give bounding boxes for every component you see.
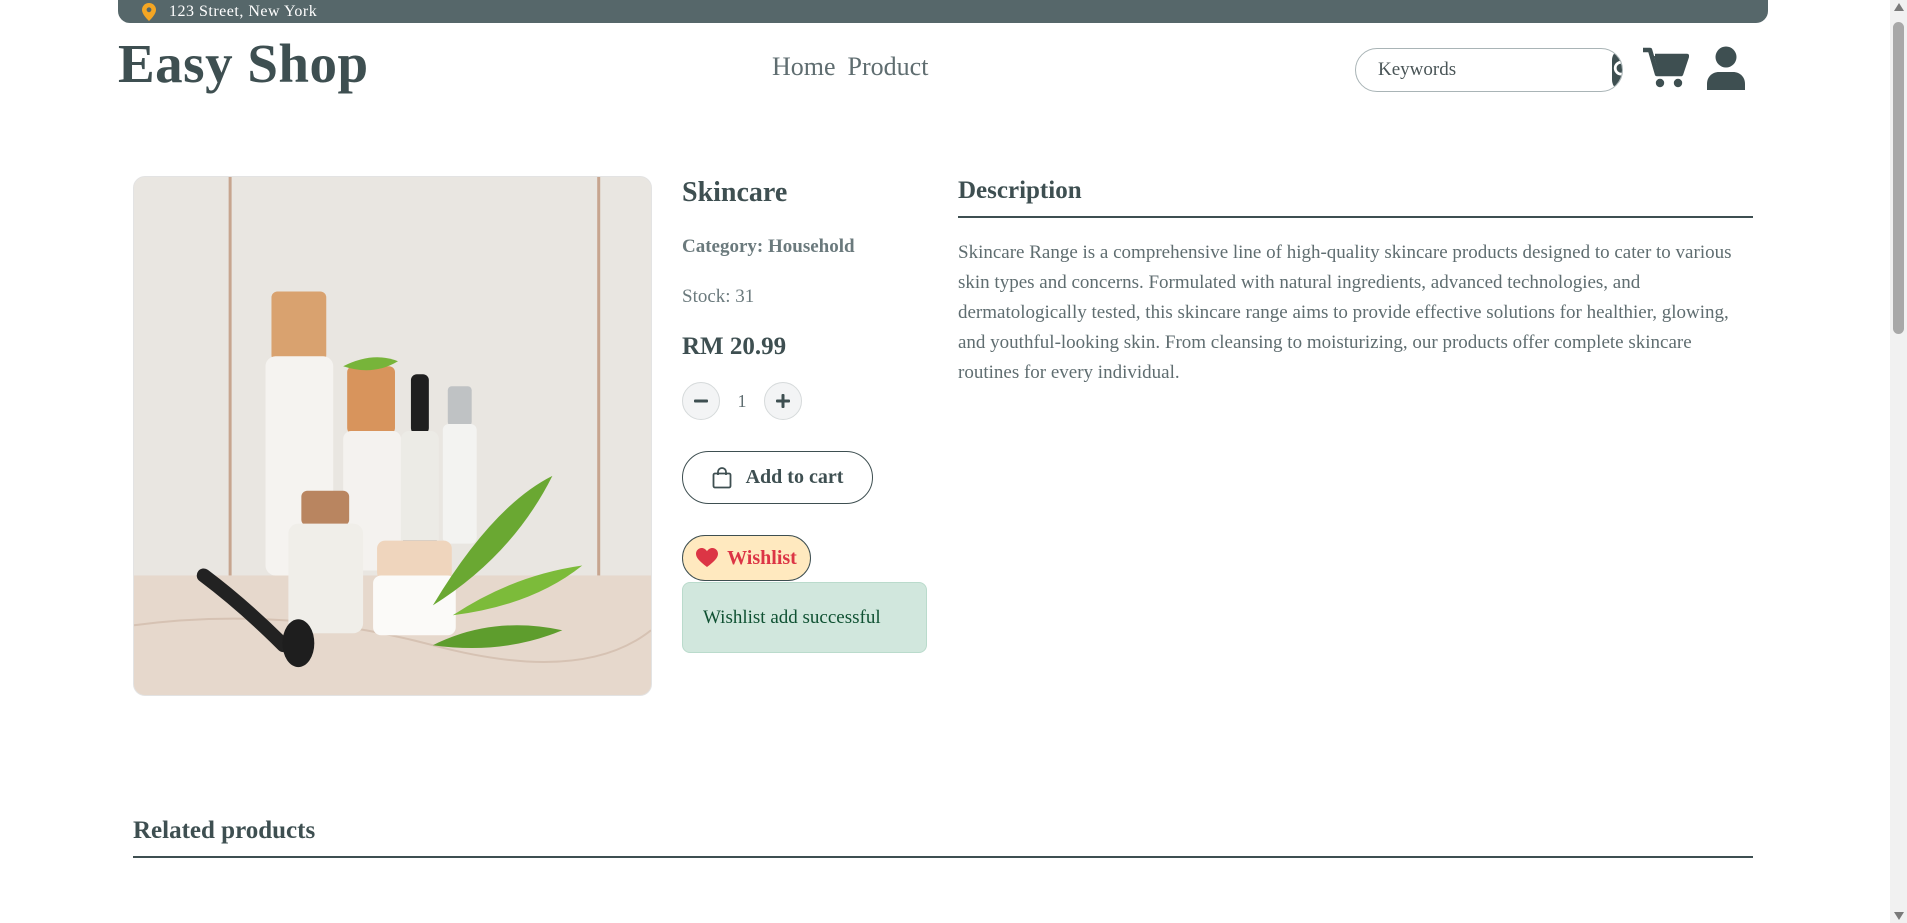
main-nav: Home Product bbox=[772, 54, 928, 80]
heart-icon bbox=[696, 548, 719, 567]
add-to-cart-button[interactable]: Add to cart bbox=[682, 451, 873, 504]
increase-quantity-button[interactable] bbox=[764, 382, 802, 420]
search-button[interactable] bbox=[1612, 49, 1622, 91]
description-heading: Description bbox=[958, 177, 1082, 204]
related-products-heading: Related products bbox=[133, 817, 316, 844]
plus-icon bbox=[776, 394, 790, 408]
nav-home-link[interactable]: Home bbox=[772, 54, 836, 80]
scroll-up-arrow-icon[interactable] bbox=[1894, 3, 1904, 11]
wishlist-label: Wishlist bbox=[727, 546, 797, 569]
cart-icon[interactable] bbox=[1643, 47, 1689, 89]
wishlist-success-alert: Wishlist add successful bbox=[682, 582, 927, 653]
related-products-divider bbox=[133, 856, 1753, 858]
product-category: Category: Household bbox=[682, 236, 855, 257]
description-text: Skincare Range is a comprehensive line o… bbox=[958, 242, 1732, 383]
product-title: Skincare bbox=[682, 177, 788, 208]
product-price: RM 20.99 bbox=[682, 333, 787, 360]
top-info-bar: 123 Street, New York bbox=[118, 0, 1768, 23]
location-pin-icon bbox=[142, 2, 156, 21]
description-divider bbox=[958, 216, 1753, 218]
scrollbar-thumb[interactable] bbox=[1893, 22, 1904, 334]
address-text: 123 Street, New York bbox=[169, 2, 318, 20]
add-to-cart-label: Add to cart bbox=[745, 466, 844, 488]
scroll-down-arrow-icon[interactable] bbox=[1894, 912, 1904, 920]
page-scrollbar[interactable] bbox=[1890, 0, 1907, 923]
shopping-bag-icon bbox=[712, 466, 732, 488]
product-image bbox=[133, 176, 652, 696]
search-icon bbox=[1613, 60, 1622, 76]
decrease-quantity-button[interactable] bbox=[682, 382, 720, 420]
site-logo[interactable]: Easy Shop bbox=[118, 36, 369, 91]
nav-product-link[interactable]: Product bbox=[848, 54, 929, 80]
product-stock: Stock: 31 bbox=[682, 286, 755, 307]
search-input[interactable] bbox=[1356, 49, 1612, 91]
quantity-value[interactable]: 1 bbox=[720, 391, 764, 412]
wishlist-button[interactable]: Wishlist bbox=[682, 535, 811, 581]
user-icon[interactable] bbox=[1707, 46, 1745, 90]
quantity-stepper: 1 bbox=[682, 382, 802, 420]
minus-icon bbox=[694, 399, 708, 403]
search-form bbox=[1355, 48, 1623, 92]
